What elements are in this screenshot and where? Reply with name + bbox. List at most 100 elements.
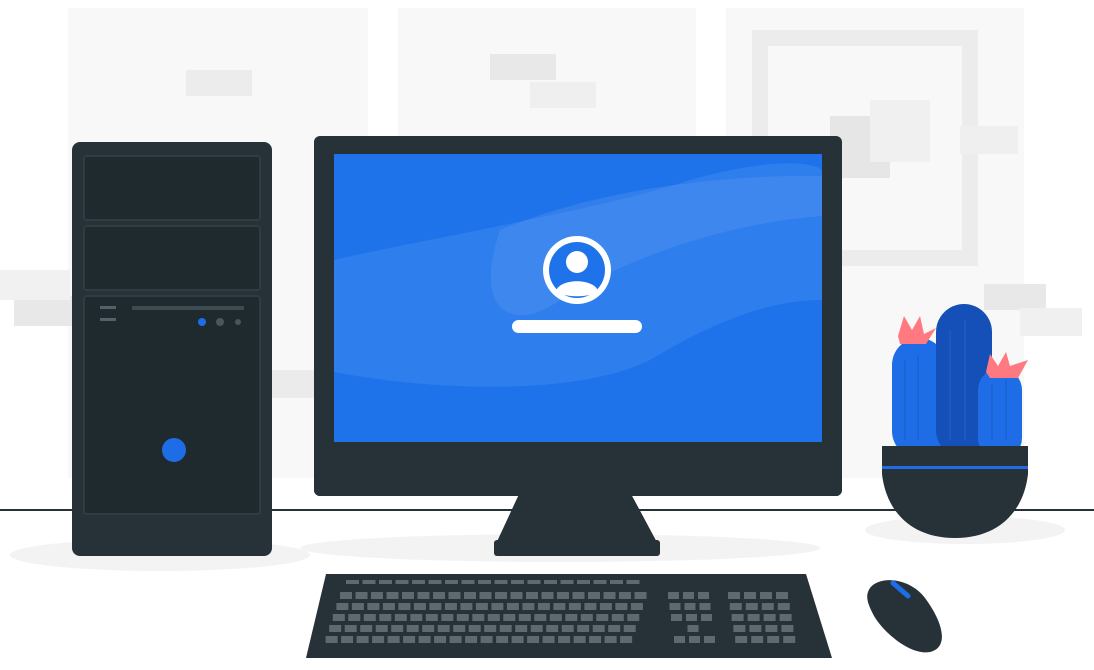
keyboard-key — [558, 636, 571, 643]
keyboard-key — [630, 603, 643, 610]
keyboard-key — [577, 580, 590, 584]
keyboard-key — [506, 603, 519, 610]
keyboard-key — [329, 625, 342, 632]
keyboard-key — [671, 614, 682, 621]
keyboard-key — [413, 603, 426, 610]
keyboard-key — [527, 580, 541, 584]
keyboard-key — [544, 580, 557, 584]
login-screen — [334, 154, 822, 442]
keyboard-key — [763, 614, 776, 621]
keyboard-key — [340, 592, 352, 599]
keyboard-key — [565, 614, 578, 621]
keyboard-key — [580, 614, 593, 621]
keyboard-key — [686, 614, 697, 621]
keyboard-key — [351, 603, 364, 610]
keyboard-key — [767, 636, 780, 643]
keyboard-key — [623, 625, 636, 632]
keyboard-key — [437, 625, 450, 632]
keyboard-key — [403, 636, 416, 643]
drive-slot — [132, 306, 244, 310]
keyboard-key — [325, 636, 338, 643]
keyboard-key — [589, 636, 602, 643]
keyboard-key — [561, 625, 574, 632]
keyboard-key — [418, 636, 431, 643]
keyboard-key — [674, 636, 685, 643]
keyboard-key — [610, 580, 623, 584]
keyboard-key — [461, 580, 475, 584]
keyboard-key — [599, 603, 612, 610]
keyboard-key — [402, 592, 414, 599]
keyboard-key — [468, 625, 481, 632]
keyboard-key — [395, 580, 409, 584]
keyboard-key — [593, 580, 607, 584]
keyboard-key — [683, 592, 694, 599]
keyboard-key — [626, 580, 640, 584]
keyboard-key — [608, 625, 621, 632]
keyboard-key — [603, 592, 616, 599]
keyboard-key — [511, 580, 524, 584]
pot-band — [882, 466, 1028, 469]
keyboard-key — [549, 614, 562, 621]
keyboard-key — [391, 625, 404, 632]
keyboard-key — [398, 603, 411, 610]
keyboard-key — [453, 625, 466, 632]
keyboard-key — [382, 603, 395, 610]
keyboard-key — [728, 592, 740, 599]
keyboard-key — [744, 592, 756, 599]
keyboard-key — [701, 614, 712, 621]
login-field-bar — [512, 320, 642, 333]
keyboard-key — [387, 636, 400, 643]
keyboard-key — [465, 636, 478, 643]
keyboard-key — [346, 580, 359, 584]
keyboard-key — [776, 592, 788, 599]
keyboard-key — [336, 603, 349, 610]
keyboard-key — [546, 625, 559, 632]
keyboard-key — [433, 592, 445, 599]
keyboard-key — [429, 603, 442, 610]
keyboard-key — [355, 592, 368, 599]
keyboard-key — [360, 625, 373, 632]
keyboard-key — [341, 636, 354, 643]
keyboard-key — [584, 603, 597, 610]
keyboard-key — [441, 614, 454, 621]
keyboard-key — [484, 625, 497, 632]
keyboard-key — [611, 614, 624, 621]
keyboard-key — [495, 592, 507, 599]
keyboard-key — [428, 580, 442, 584]
keyboard-key — [475, 603, 488, 610]
keyboard-key — [479, 592, 492, 599]
keyboard-key — [379, 580, 392, 584]
keyboard-key — [731, 614, 744, 621]
keyboard-key — [783, 636, 796, 643]
keyboard-key — [687, 625, 699, 632]
keyboard-key — [588, 592, 600, 599]
keyboard-key — [760, 592, 772, 599]
keyboard-key — [480, 636, 493, 643]
keyboard-key — [684, 603, 696, 610]
keyboard-key — [348, 614, 361, 621]
keyboard-key — [394, 614, 407, 621]
tower-led-blue — [198, 318, 206, 326]
keyboard-key — [434, 636, 447, 643]
keyboard-key — [456, 614, 469, 621]
keyboard-key — [537, 603, 550, 610]
illustration-scene — [0, 8, 1094, 658]
keyboard-key — [560, 580, 574, 584]
keyboard-key — [745, 603, 758, 610]
keyboard-key — [363, 614, 376, 621]
keyboard-key — [573, 636, 586, 643]
keyboard-key — [518, 614, 531, 621]
monitor — [314, 136, 842, 556]
keyboard-key — [557, 592, 569, 599]
keyboard-key — [541, 592, 554, 599]
keyboard — [306, 574, 832, 658]
keyboard-key — [668, 592, 679, 599]
keyboard-key — [362, 580, 376, 584]
keyboard-key — [511, 636, 524, 643]
monitor-chin — [314, 444, 842, 496]
keyboard-key — [510, 592, 523, 599]
keyboard-key — [494, 580, 508, 584]
keyboard-key — [615, 603, 628, 610]
keyboard-key — [491, 603, 504, 610]
keyboard-key — [344, 625, 357, 632]
